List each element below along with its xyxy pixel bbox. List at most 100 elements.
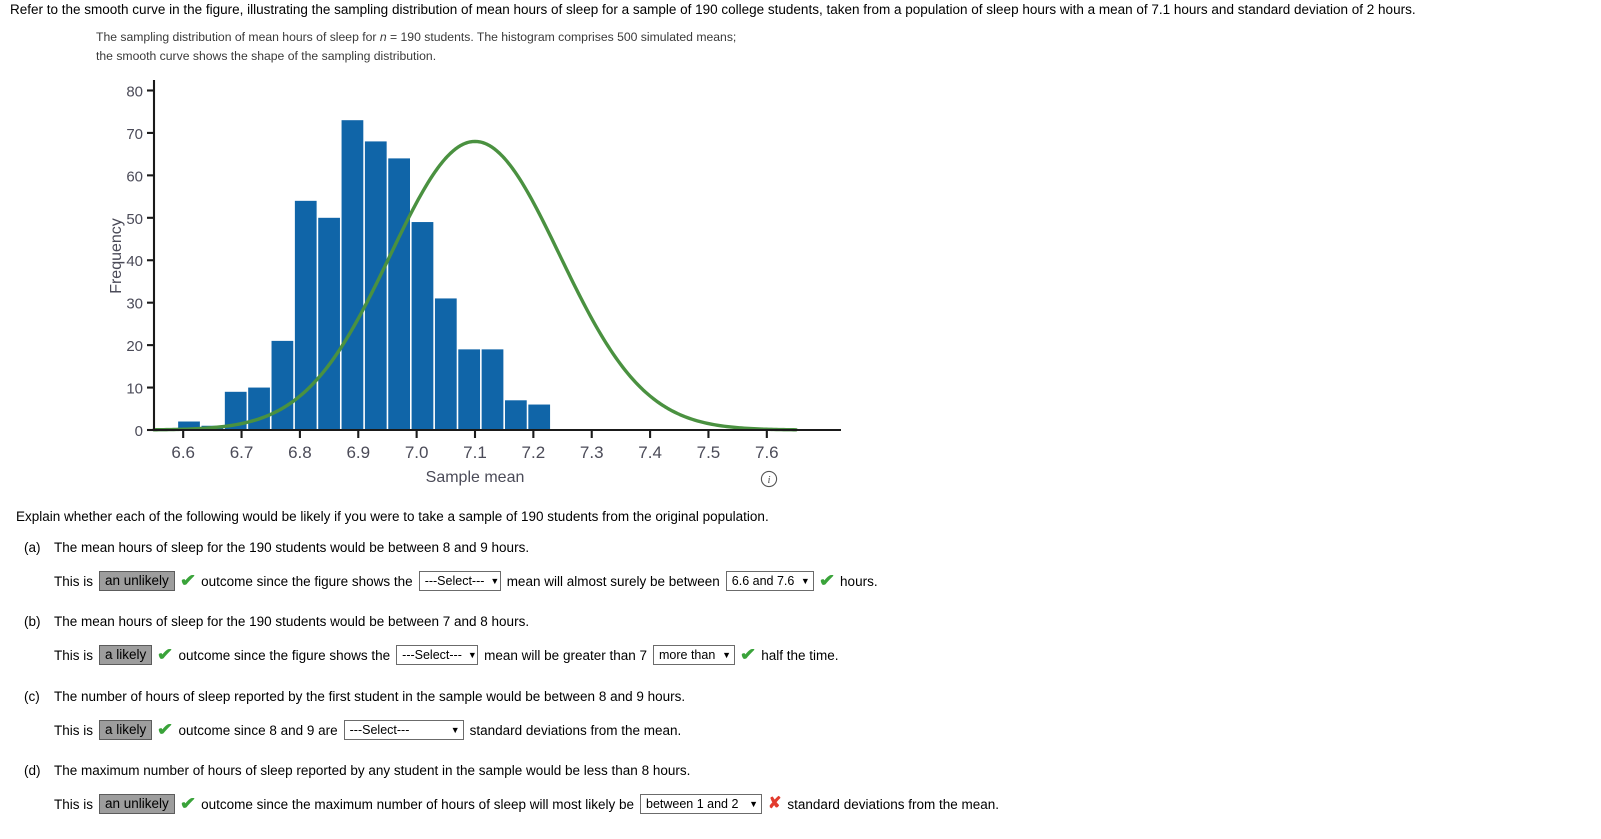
histogram-bar [341, 120, 364, 430]
x-axis-tick-label: 7.5 [697, 443, 721, 462]
select-dropdown-1[interactable]: ---Select--- ▼ [418, 571, 501, 591]
figure-caption-n: n [379, 30, 387, 44]
answer-tail-text: half the time. [761, 647, 839, 663]
question-d: (d) The maximum number of hours of sleep … [24, 763, 1005, 814]
answer-row: This is an unlikely ✔ outcome since the max… [54, 794, 1005, 814]
question-label: (b) [24, 614, 41, 629]
select-dropdown-1-value: ---Select--- [424, 574, 485, 588]
select-dropdown-1-value: ---Select--- [349, 723, 410, 737]
chevron-down-icon: ▼ [467, 649, 477, 660]
histogram-bar [458, 349, 481, 430]
chevron-down-icon: ▼ [490, 575, 500, 586]
question-text: The mean hours of sleep for the 190 stud… [54, 540, 530, 555]
histogram-bar [528, 404, 551, 430]
answer-mid-text-2: mean will be greater than 7 [484, 647, 647, 663]
question-b: (b) The mean hours of sleep for the 190 s… [24, 614, 845, 665]
x-axis-tick-label: 7.4 [638, 443, 662, 462]
question-a: (a) The mean hours of sleep for the 190 s… [24, 540, 884, 591]
answer-mid-text-1: outcome since the figure shows the [178, 647, 391, 663]
select2-result-icon: ✔ [818, 571, 836, 590]
question-prompt: Refer to the smooth curve in the figure,… [10, 2, 1416, 17]
y-axis-tick-label: 50 [126, 211, 143, 228]
x-axis-tick-label: 6.9 [346, 443, 370, 462]
select-dropdown-1-value: ---Select--- [402, 648, 462, 662]
answer-tail-text: hours. [840, 573, 878, 589]
answer-lead-text: This is [54, 647, 94, 663]
x-axis-tick-label: 7.1 [463, 443, 487, 462]
question-label: (d) [24, 763, 41, 778]
y-axis-tick-label: 40 [126, 253, 143, 270]
figure-caption-line2: the smooth curve shows the shape of the … [96, 49, 437, 63]
y-axis-tick-label: 10 [126, 381, 143, 398]
histogram-bars [178, 120, 551, 430]
histogram-bar [504, 400, 527, 430]
select-dropdown-1[interactable]: ---Select--- ▼ [343, 720, 464, 740]
x-axis-tick-label: 7.0 [405, 443, 429, 462]
x-axis-tick-label: 6.8 [288, 443, 312, 462]
x-axis-tick-label: 6.7 [230, 443, 254, 462]
question-label: (a) [24, 540, 41, 555]
x-axis-tick-label: 7.3 [580, 443, 604, 462]
histogram-bar [388, 158, 410, 430]
x-axis-tick-label: 7.6 [755, 443, 779, 462]
histogram-bar [481, 349, 504, 430]
histogram-bar [318, 217, 340, 430]
question-text: The mean hours of sleep for the 190 stud… [54, 614, 530, 629]
histogram-bar [411, 222, 434, 430]
select-dropdown-1[interactable]: between 1 and 2 ▼ [640, 794, 762, 814]
x-axis-tick-labels: 6.6 6.7 6.8 6.9 7.0 7.1 7.2 7.3 7.4 7.5 7.6 [171, 443, 778, 462]
question-c: (c) The number of hours of sleep reported… [24, 689, 687, 740]
chevron-down-icon: ▼ [450, 724, 460, 735]
x-axis-tick-label: 6.6 [171, 443, 195, 462]
answer-correct-icon: ✔ [179, 794, 197, 813]
select-dropdown-2-value: more than [659, 648, 716, 662]
answer-lead-text: This is [54, 573, 94, 589]
answer-correct-icon: ✔ [157, 645, 174, 664]
histogram-bar [248, 387, 270, 430]
answer-mid-text-2: mean will almost surely be between [506, 573, 720, 589]
y-axis-tick-label: 60 [126, 168, 143, 185]
y-axis-title: Frequency [108, 218, 125, 294]
question-label: (c) [24, 689, 40, 704]
info-icon[interactable]: i [760, 470, 778, 488]
answer-correct-icon: ✔ [179, 571, 197, 590]
likelihood-answer-box[interactable]: an unlikely [99, 571, 175, 591]
y-axis-tick-label: 20 [126, 338, 143, 355]
chart-svg: 0 10 20 30 40 50 60 70 80 6.6 6.7 6.8 6.9 7.0 7.1 7.2 7… [108, 80, 841, 486]
histogram-bar [434, 298, 457, 430]
answer-lead-text: This is [54, 796, 94, 812]
figure-caption-part1: The sampling distribution of mean hours … [96, 30, 380, 44]
likelihood-answer-box[interactable]: a likely [99, 645, 153, 665]
select2-result-icon: ✔ [739, 645, 757, 664]
y-axis-tick-label: 70 [126, 126, 143, 143]
chevron-down-icon: ▼ [749, 798, 758, 809]
question-text: The number of hours of sleep reported by… [54, 689, 686, 704]
select1-result-icon: ✘ [768, 795, 782, 812]
y-axis-tick-label: 0 [135, 423, 143, 440]
select-dropdown-1-value: between 1 and 2 [646, 797, 739, 811]
figure-container: The sampling distribution of mean hours … [96, 28, 916, 492]
answer-correct-icon: ✔ [157, 720, 174, 739]
likelihood-answer-box[interactable]: a likely [99, 720, 153, 740]
answer-row: This is a likely ✔ outcome since 8 and 9 ar… [54, 720, 687, 740]
answer-row: This is an unlikely ✔ outcome since the fig… [54, 571, 884, 591]
histogram-chart: 0 10 20 30 40 50 60 70 80 6.6 6.7 6.8 6.9 7.0 7.1 7.2 7… [96, 72, 916, 492]
answer-mid-text-1: outcome since 8 and 9 are [178, 722, 338, 738]
chevron-down-icon: ▼ [800, 575, 810, 586]
select-dropdown-1[interactable]: ---Select--- ▼ [396, 645, 479, 665]
figure-caption: The sampling distribution of mean hours … [96, 28, 796, 66]
select-dropdown-2[interactable]: 6.6 and 7.6 ▼ [725, 571, 814, 591]
select-dropdown-2[interactable]: more than ▼ [653, 645, 735, 665]
answer-mid-text-2: standard deviations from the mean. [787, 796, 1000, 812]
question-text: The maximum number of hours of sleep rep… [54, 763, 691, 778]
x-axis-title: Sample mean [426, 469, 525, 486]
answer-mid-text-1: outcome since the figure shows the [201, 573, 413, 589]
explain-instruction: Explain whether each of the following wo… [16, 509, 769, 524]
answer-lead-text: This is [54, 722, 94, 738]
y-axis-tick-label: 80 [126, 83, 143, 100]
chevron-down-icon: ▼ [722, 649, 731, 660]
svg-text:i: i [767, 474, 770, 486]
y-axis-tick-labels: 0 10 20 30 40 50 60 70 80 [126, 83, 143, 440]
answer-row: This is a likely ✔ outcome since the figure… [54, 645, 845, 665]
likelihood-answer-box[interactable]: an unlikely [99, 794, 175, 814]
